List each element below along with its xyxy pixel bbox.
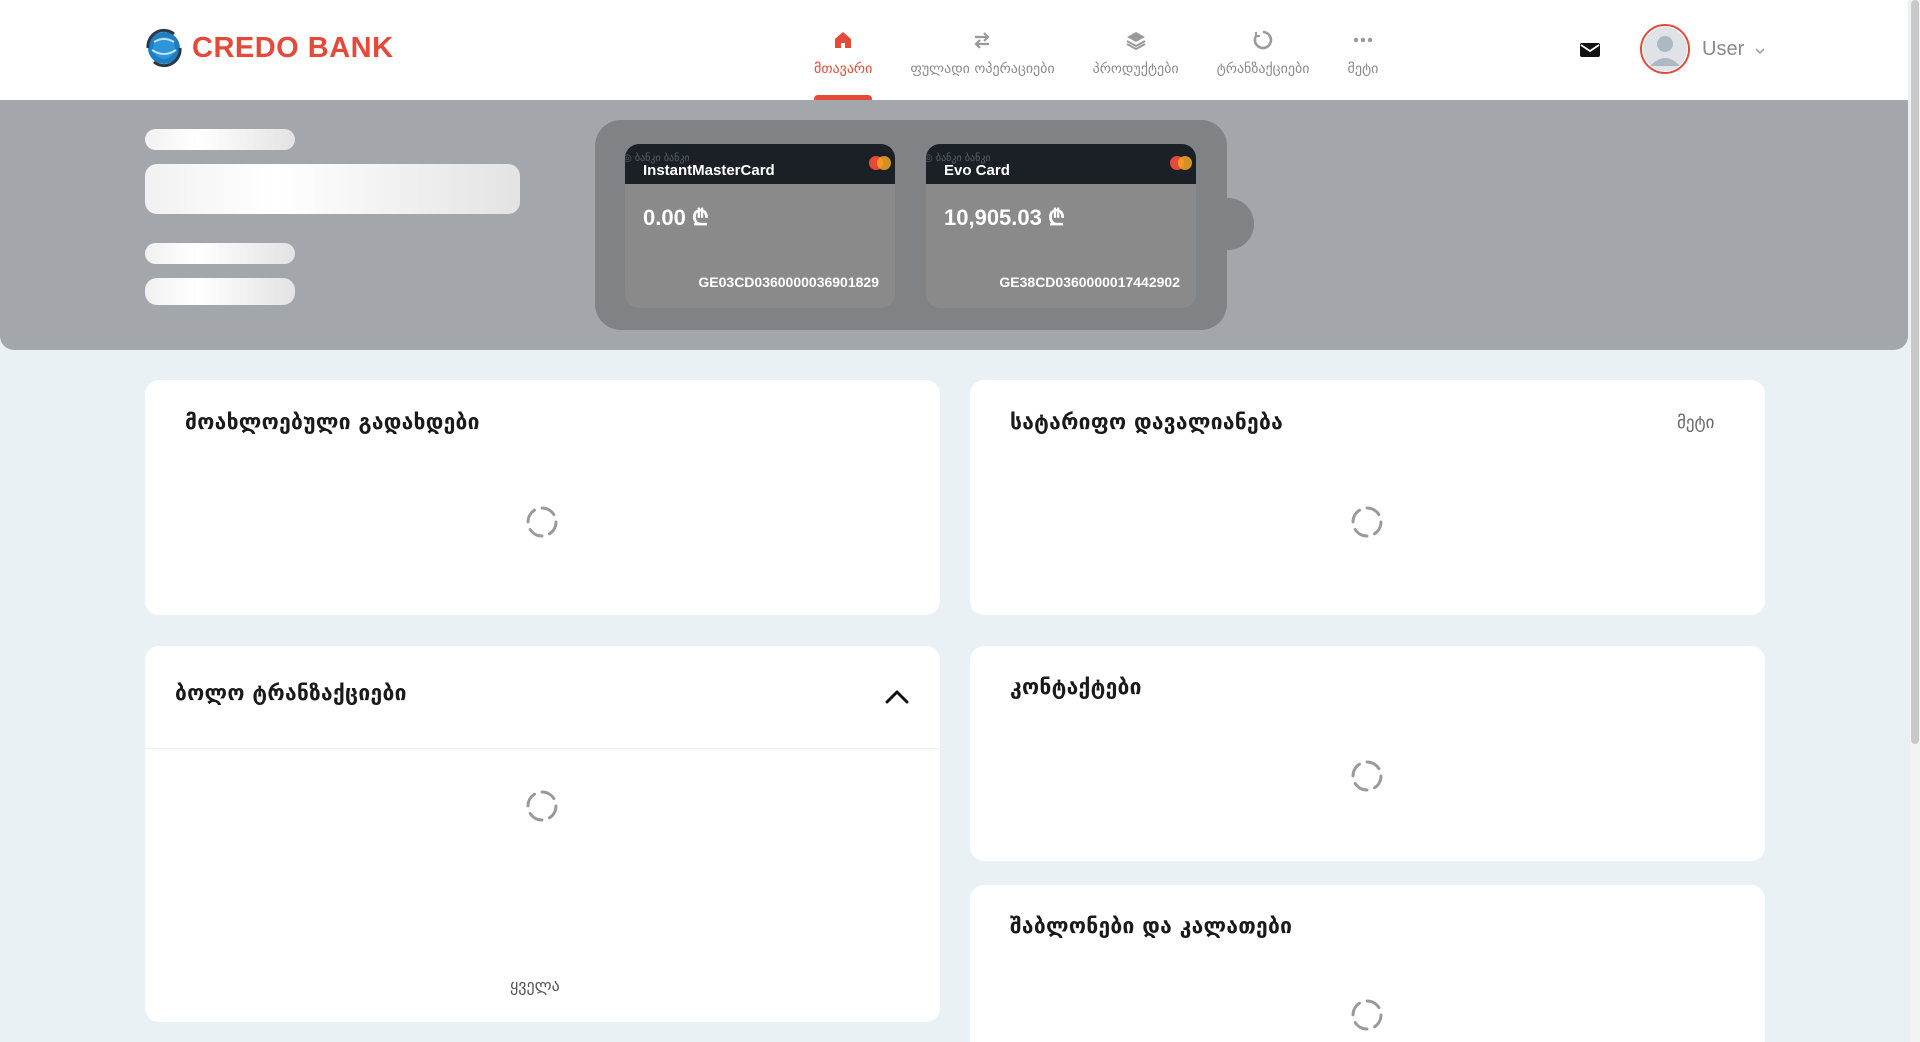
see-all-link[interactable]: ყველა — [510, 976, 560, 995]
widget-title: სატარიფო დავალიანება — [1010, 410, 1284, 434]
nav-label-products: პროდუქტები — [1092, 61, 1179, 77]
nav-label-home: მთავარი — [814, 61, 873, 77]
more-link[interactable]: მეტი — [1677, 413, 1714, 433]
mail-icon[interactable] — [1578, 38, 1602, 62]
card-name: InstantMasterCard — [643, 162, 775, 179]
nav-label-money-operations: ფულადი ოპერაციები — [910, 61, 1055, 77]
widget-title: მოახლოებული გადახდები — [185, 410, 480, 434]
loading-spinner-icon — [526, 506, 558, 538]
divider — [145, 748, 940, 749]
loading-placeholder — [145, 129, 295, 150]
card-balance: 0.00 ₾ — [643, 205, 709, 230]
templates-widget: შაბლონები და კალათები — [970, 885, 1765, 1042]
top-header: CREDO BANK მთავარი ფულადი ოპერაციები პრო… — [0, 0, 1908, 100]
credo-bank-logo[interactable]: CREDO BANK — [144, 28, 394, 68]
loading-placeholder — [145, 278, 295, 305]
loading-spinner-icon — [526, 790, 558, 822]
main-nav: მთავარი ფულადი ოპერაციები პროდუქტები ტრა… — [814, 0, 1416, 100]
loading-spinner-icon — [1351, 999, 1383, 1031]
card-iban: GE38CD0360000017442902 — [999, 274, 1180, 290]
chevron-down-icon — [1755, 47, 1765, 54]
contacts-widget: კონტაქტები — [970, 646, 1765, 861]
loading-spinner-icon — [1351, 760, 1383, 792]
widget-title: შაბლონები და კალათები — [1010, 914, 1293, 938]
mastercard-icon — [1170, 156, 1192, 170]
nav-item-transactions[interactable]: ტრანზაქციები — [1217, 0, 1310, 100]
recent-transactions-widget: ბოლო ტრანზაქციები ყველა — [145, 646, 940, 1022]
card-header: ◎ ბანკი ბანკი Evo Card — [926, 144, 1196, 184]
card-header: ◎ ბანკი ბანკი InstantMasterCard — [625, 144, 895, 184]
loading-placeholder — [145, 243, 295, 264]
nav-item-home[interactable]: მთავარი — [814, 0, 873, 100]
card-iban: GE03CD0360000036901829 — [698, 274, 879, 290]
mastercard-icon — [869, 156, 891, 170]
card-name: Evo Card — [944, 162, 1010, 179]
logo-globe-icon — [146, 28, 182, 68]
nav-item-money-operations[interactable]: ფულადი ოპერაციები — [910, 0, 1055, 100]
card-instantmastercard[interactable]: ◎ ბანკი ბანკი InstantMasterCard 0.00 ₾ G… — [625, 144, 895, 308]
logo-text: CREDO BANK — [192, 31, 394, 64]
upcoming-payments-widget: მოახლოებული გადახდები — [145, 380, 940, 615]
user-name: User — [1702, 37, 1745, 60]
layers-icon — [1124, 28, 1148, 52]
nav-label-more: მეტი — [1347, 61, 1379, 77]
avatar — [1640, 24, 1690, 74]
chevron-up-icon[interactable] — [882, 682, 912, 712]
more-dots-icon — [1351, 28, 1375, 52]
card-balance: 10,905.03 ₾ — [944, 205, 1065, 230]
page-scrollbar-thumb[interactable] — [1911, 0, 1919, 744]
user-menu[interactable]: User — [1640, 24, 1766, 74]
nav-label-transactions: ტრანზაქციები — [1216, 61, 1310, 77]
history-icon — [1251, 28, 1275, 52]
user-avatar-icon — [1643, 27, 1687, 71]
tariff-debt-widget: სატარიფო დავალიანება მეტი — [970, 380, 1765, 615]
nav-item-more[interactable]: მეტი — [1347, 0, 1379, 100]
widget-title: კონტაქტები — [1010, 675, 1142, 699]
accounts-hero: ◎ ბანკი ბანკი InstantMasterCard 0.00 ₾ G… — [0, 100, 1908, 350]
transfer-arrows-icon — [970, 28, 994, 52]
loading-spinner-icon — [1351, 506, 1383, 538]
home-icon — [831, 28, 855, 52]
card-evo-card[interactable]: ◎ ბანკი ბანკი Evo Card 10,905.03 ₾ GE38C… — [926, 144, 1196, 308]
cards-carousel: ◎ ბანკი ბანკი InstantMasterCard 0.00 ₾ G… — [595, 120, 1227, 330]
nav-item-products[interactable]: პროდუქტები — [1093, 0, 1179, 100]
loading-placeholder — [145, 164, 520, 214]
widget-title: ბოლო ტრანზაქციები — [175, 681, 407, 705]
